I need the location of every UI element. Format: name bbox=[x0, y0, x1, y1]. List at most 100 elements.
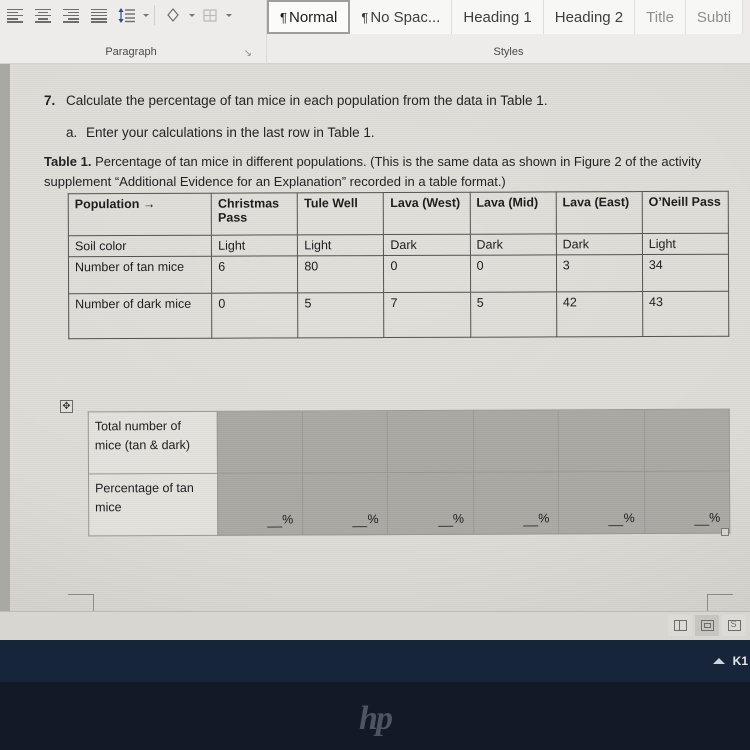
cell-total-christmas-pass[interactable] bbox=[216, 410, 303, 474]
blank-underline bbox=[694, 510, 710, 526]
question-block: 7. Calculate the percentage of tan mice … bbox=[44, 91, 724, 142]
paragraph-toolbar bbox=[0, 0, 262, 30]
cell-total-tule-well[interactable] bbox=[302, 410, 388, 473]
style-heading-1-label: Heading 1 bbox=[463, 8, 532, 26]
cell-total-lava-mid[interactable] bbox=[472, 409, 559, 473]
cell-soil-tule-well[interactable]: Light bbox=[297, 234, 384, 256]
styles-gallery: ¶ Normal ¶ No Spac... Heading 1 Heading … bbox=[267, 0, 750, 34]
table-header-row: Population → Christmas Pass Tule Well La… bbox=[68, 191, 729, 236]
row-label-dark-mice: Number of dark mice bbox=[68, 293, 212, 339]
read-mode-icon[interactable] bbox=[668, 615, 692, 636]
header-oneill-pass: O’Neill Pass bbox=[642, 191, 729, 234]
table-resize-handle[interactable] bbox=[721, 528, 729, 536]
percent-sign: % bbox=[709, 510, 721, 525]
percent-sign: % bbox=[623, 511, 635, 526]
cell-total-lava-east[interactable] bbox=[558, 409, 645, 472]
canvas-left-rail bbox=[0, 64, 10, 611]
cell-tan-christmas-pass[interactable]: 6 bbox=[211, 255, 298, 294]
print-layout-icon[interactable] bbox=[695, 615, 719, 636]
table-row-tan-mice: Number of tan mice 6 80 0 0 3 34 bbox=[68, 254, 729, 294]
percent-sign: % bbox=[538, 511, 550, 526]
table-row-soil-color: Soil color Light Light Dark Dark Dark Li… bbox=[68, 233, 729, 257]
percent-sign: % bbox=[367, 512, 379, 527]
style-no-spacing[interactable]: ¶ No Spac... bbox=[350, 0, 453, 34]
cell-dark-lava-mid[interactable]: 5 bbox=[470, 291, 557, 338]
row-label-tan-mice: Number of tan mice bbox=[68, 256, 212, 294]
align-left-icon[interactable] bbox=[2, 2, 28, 28]
blank-underline bbox=[267, 512, 283, 528]
blank-underline bbox=[437, 511, 453, 527]
cell-dark-tule-well[interactable]: 5 bbox=[297, 292, 385, 338]
cell-dark-lava-east[interactable]: 42 bbox=[556, 291, 643, 337]
cell-tan-lava-mid[interactable]: 0 bbox=[470, 254, 557, 293]
cell-soil-lava-east[interactable]: Dark bbox=[556, 233, 643, 255]
style-heading-2[interactable]: Heading 2 bbox=[543, 0, 636, 34]
document-canvas[interactable]: 7. Calculate the percentage of tan mice … bbox=[0, 64, 750, 620]
style-title[interactable]: Title bbox=[635, 0, 686, 34]
tray-text: K1 bbox=[732, 654, 748, 668]
cell-pct-lava-west[interactable]: % bbox=[387, 472, 474, 535]
word-status-bar bbox=[0, 611, 750, 640]
cell-tan-lava-east[interactable]: 3 bbox=[556, 254, 643, 292]
question-7: 7. Calculate the percentage of tan mice … bbox=[44, 91, 724, 111]
paragraph-group-label: Paragraph bbox=[105, 46, 157, 58]
pilcrow-icon: ¶ bbox=[280, 9, 287, 25]
windows-taskbar[interactable]: K1 bbox=[0, 640, 750, 682]
cell-soil-lava-mid[interactable]: Dark bbox=[469, 233, 557, 256]
view-mode-buttons bbox=[668, 615, 746, 636]
table-caption-text: Percentage of tan mice in different popu… bbox=[44, 154, 702, 189]
cell-pct-oneill-pass[interactable]: % bbox=[644, 471, 730, 534]
chevron-up-icon[interactable] bbox=[712, 658, 725, 664]
table-1-selected-rows[interactable]: Total number of mice (tan & dark) Percen… bbox=[88, 409, 731, 537]
table-move-handle-icon[interactable]: ✥ bbox=[60, 400, 73, 413]
header-lava-mid: Lava (Mid) bbox=[469, 191, 557, 235]
cell-pct-tule-well[interactable]: % bbox=[302, 472, 389, 535]
borders-icon[interactable] bbox=[197, 2, 223, 28]
borders-dropdown-icon[interactable] bbox=[226, 13, 232, 17]
shading-dropdown-icon[interactable] bbox=[189, 13, 195, 17]
cell-pct-christmas-pass[interactable]: % bbox=[217, 472, 303, 536]
blank-underline bbox=[523, 511, 539, 527]
style-normal-label: Normal bbox=[288, 8, 338, 26]
line-spacing-dropdown-icon[interactable] bbox=[143, 13, 149, 17]
style-heading-1[interactable]: Heading 1 bbox=[452, 0, 544, 34]
cell-pct-lava-east[interactable]: % bbox=[558, 471, 645, 534]
cell-total-oneill-pass[interactable] bbox=[643, 409, 730, 472]
cell-soil-christmas-pass[interactable]: Light bbox=[211, 234, 298, 257]
align-center-icon[interactable] bbox=[30, 2, 56, 28]
paragraph-dialog-launcher-icon[interactable]: ↘ bbox=[244, 48, 252, 59]
document-page[interactable]: 7. Calculate the percentage of tan mice … bbox=[10, 64, 750, 620]
table-caption-label: Table 1. bbox=[44, 154, 92, 169]
table-row-percentage-tan: Percentage of tan mice % % % % % % bbox=[88, 471, 730, 536]
cell-total-lava-west[interactable] bbox=[387, 410, 474, 473]
header-lava-east: Lava (East) bbox=[555, 191, 643, 234]
cell-dark-lava-west[interactable]: 7 bbox=[384, 292, 471, 338]
cell-soil-lava-west[interactable]: Dark bbox=[383, 234, 471, 256]
cell-dark-christmas-pass[interactable]: 0 bbox=[211, 292, 299, 339]
blank-underline bbox=[352, 512, 368, 528]
pilcrow-icon: ¶ bbox=[361, 9, 369, 25]
header-christmas-pass: Christmas Pass bbox=[211, 192, 298, 236]
cell-tan-oneill-pass[interactable]: 34 bbox=[642, 254, 729, 292]
web-layout-icon[interactable] bbox=[722, 615, 746, 636]
cell-tan-lava-west[interactable]: 0 bbox=[383, 255, 471, 293]
screenshot-root: Paragraph ↘ ¶ Normal ¶ No Spac... Headin… bbox=[0, 0, 750, 750]
shading-icon[interactable] bbox=[160, 2, 186, 28]
header-population: Population → bbox=[68, 193, 212, 236]
toolbar-divider bbox=[154, 5, 155, 25]
table-1-data[interactable]: Population → Christmas Pass Tule Well La… bbox=[68, 191, 730, 340]
align-right-icon[interactable] bbox=[58, 2, 84, 28]
line-spacing-icon[interactable] bbox=[114, 2, 140, 28]
word-window: Paragraph ↘ ¶ Normal ¶ No Spac... Headin… bbox=[0, 0, 750, 640]
style-subtitle[interactable]: Subti bbox=[685, 0, 744, 34]
cell-pct-lava-mid[interactable]: % bbox=[473, 471, 559, 535]
style-heading-2-label: Heading 2 bbox=[554, 8, 624, 26]
percent-sign: % bbox=[452, 511, 464, 526]
cell-tan-tule-well[interactable]: 80 bbox=[297, 255, 385, 293]
style-no-spacing-label: No Spac... bbox=[370, 8, 441, 26]
style-normal[interactable]: ¶ Normal bbox=[267, 0, 351, 34]
justify-icon[interactable] bbox=[86, 2, 112, 28]
cell-dark-oneill-pass[interactable]: 43 bbox=[642, 291, 729, 337]
cell-soil-oneill-pass[interactable]: Light bbox=[642, 233, 729, 255]
sub-question-text: Enter your calculations in the last row … bbox=[86, 124, 375, 140]
